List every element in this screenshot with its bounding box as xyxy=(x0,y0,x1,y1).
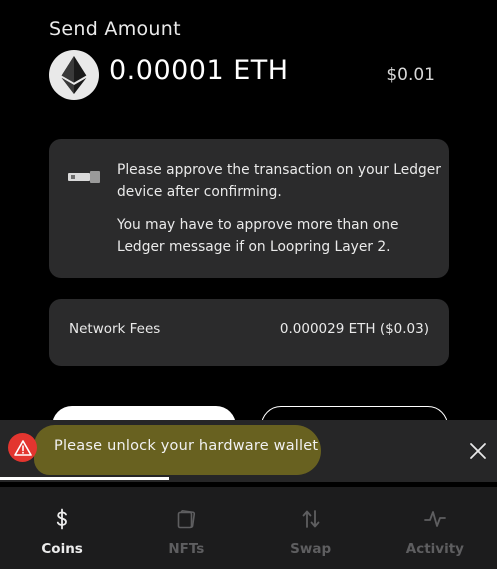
network-fees-label: Network Fees xyxy=(69,321,161,337)
close-icon[interactable] xyxy=(468,441,488,461)
nav-item-swap[interactable]: Swap xyxy=(249,487,373,569)
nav-item-activity[interactable]: Activity xyxy=(373,487,497,569)
network-fees-card: Network Fees 0.000029 ETH ($0.03) xyxy=(49,299,449,366)
activity-pulse-icon xyxy=(423,507,447,535)
dollar-icon xyxy=(50,507,74,535)
nav-label-coins: Coins xyxy=(41,541,83,557)
page-title: Send Amount xyxy=(49,18,181,40)
ethereum-icon xyxy=(49,50,99,100)
usb-stick-icon xyxy=(68,168,100,187)
toast-progress-fill xyxy=(0,477,169,480)
network-fees-value: 0.000029 ETH ($0.03) xyxy=(279,321,429,337)
warning-icon xyxy=(8,433,37,462)
fiat-amount: $0.01 xyxy=(386,65,435,85)
nav-label-swap: Swap xyxy=(290,541,332,557)
nav-label-nfts: NFTs xyxy=(168,541,205,557)
nav-item-nfts[interactable]: NFTs xyxy=(124,487,248,569)
nav-label-activity: Activity xyxy=(405,541,464,557)
ledger-layer2-text: You may have to approve more than one Le… xyxy=(117,217,399,255)
send-amount: 0.00001 ETH xyxy=(109,55,289,86)
swap-arrows-icon xyxy=(299,507,323,535)
toast-progress-bar xyxy=(0,477,497,480)
nft-cards-icon xyxy=(174,507,198,535)
nav-item-coins[interactable]: Coins xyxy=(0,487,124,569)
toast-message: Please unlock your hardware wallet xyxy=(54,438,319,454)
bottom-nav: Coins NFTs Swap Activity xyxy=(0,487,497,569)
ledger-notice-card: Please approve the transaction on your L… xyxy=(49,139,449,278)
ledger-instruction-text: Please approve the transaction on your L… xyxy=(117,162,441,200)
